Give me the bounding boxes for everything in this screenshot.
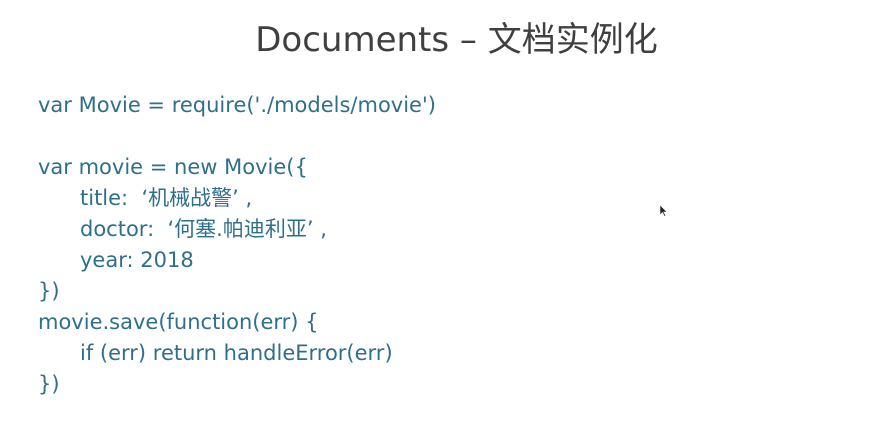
slide-title: Documents – 文档实例化 [255,20,658,60]
code-line-9: if (err) return handleError(err) [80,341,393,365]
mouse-pointer-icon [660,205,668,217]
code-line-6: year: 2018 [80,248,194,272]
code-line-4: title: ‘机械战警’ , [80,186,253,210]
code-block: var Movie = require('./models/movie') va… [38,90,858,400]
code-line-7: }) [38,279,60,303]
slide: Documents – 文档实例化 var Movie = require('.… [0,0,873,434]
code-line-1: var Movie = require('./models/movie') [38,93,436,117]
code-line-3: var movie = new Movie({ [38,155,308,179]
code-line-5: doctor: ‘何塞.帕迪利亚’ , [80,217,327,241]
code-line-10: }) [38,372,60,396]
code-line-8: movie.save(function(err) { [38,310,319,334]
